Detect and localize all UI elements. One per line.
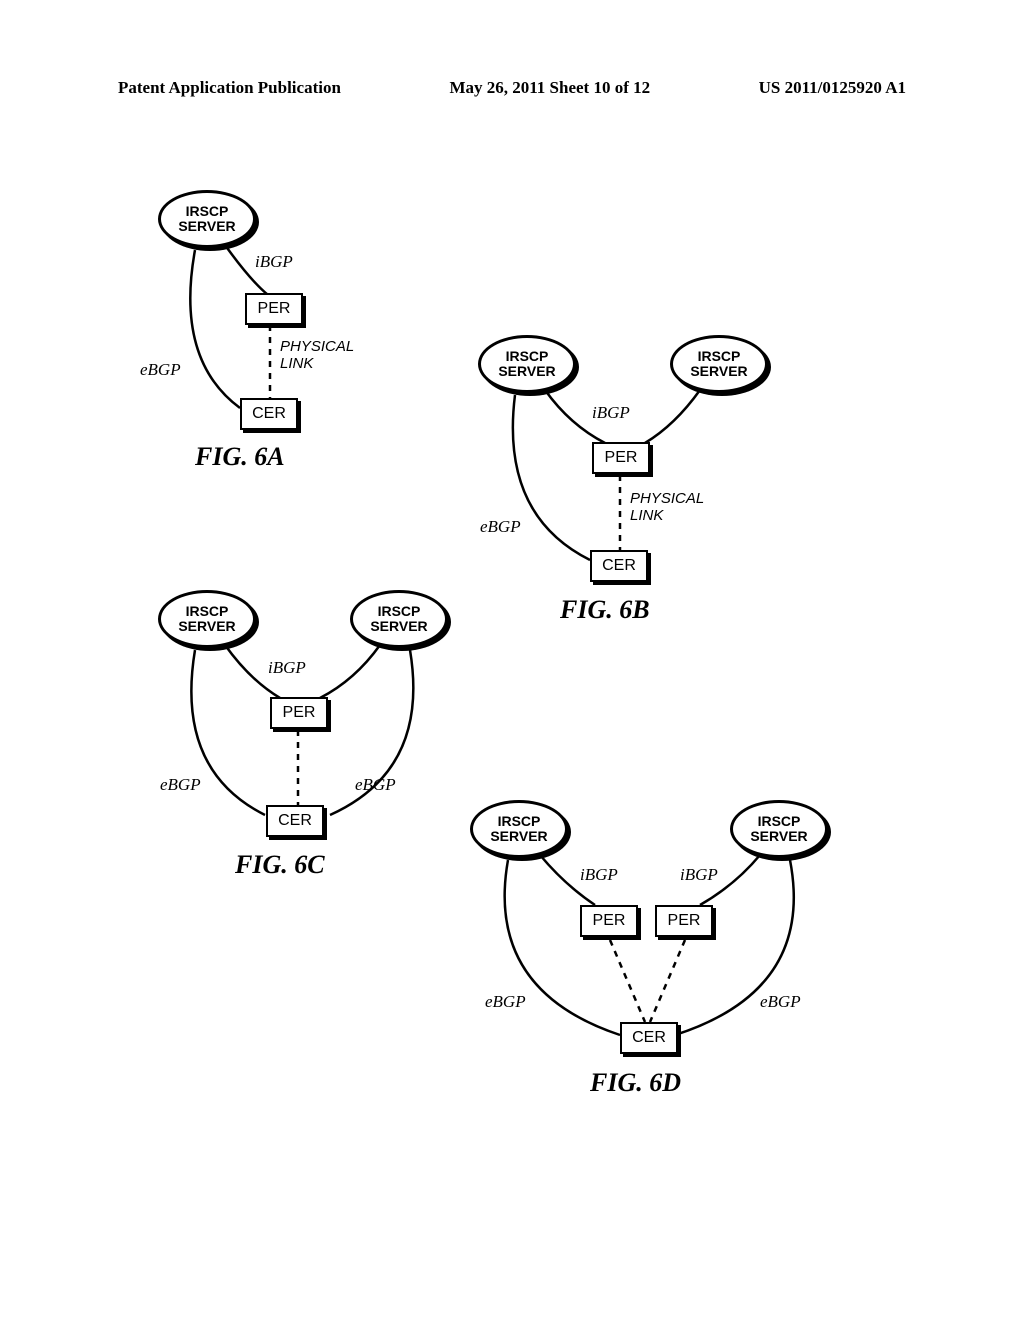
ebgp-label-left: eBGP [485,992,526,1012]
ebgp-label: eBGP [140,360,181,380]
physical-link-label: PHYSICAL LINK [280,338,354,373]
irscp-server-node-left: IRSCP SERVER [478,335,576,393]
ebgp-label: eBGP [480,517,521,537]
page-header: Patent Application Publication May 26, 2… [118,78,906,98]
header-right: US 2011/0125920 A1 [759,78,906,98]
cer-node: CER [240,398,298,430]
irscp-server-node-right: IRSCP SERVER [730,800,828,858]
irscp-server-node-right: IRSCP SERVER [350,590,448,648]
cer-node: CER [590,550,648,582]
per-node: PER [270,697,328,729]
per-node-right: PER [655,905,713,937]
physical-link-label: PHYSICAL LINK [630,490,704,525]
per-node-left: PER [580,905,638,937]
fig-6a: IRSCP SERVER PER CER iBGP eBGP PHYSICAL … [140,190,400,490]
fig-6d-label: FIG. 6D [590,1068,681,1098]
fig-6b: IRSCP SERVER IRSCP SERVER PER CER iBGP e… [460,335,790,655]
fig-6c-label: FIG. 6C [235,850,325,880]
ibgp-label-right: iBGP [680,865,718,885]
ibgp-label: iBGP [255,252,293,272]
irscp-server-node-left: IRSCP SERVER [470,800,568,858]
ebgp-label-right: eBGP [355,775,396,795]
fig-6d: IRSCP SERVER IRSCP SERVER PER PER CER iB… [450,800,850,1140]
ibgp-label: iBGP [268,658,306,678]
cer-node: CER [266,805,324,837]
header-left: Patent Application Publication [118,78,341,98]
irscp-server-node-left: IRSCP SERVER [158,590,256,648]
ibgp-label-left: iBGP [580,865,618,885]
per-node: PER [245,293,303,325]
fig-6a-label: FIG. 6A [195,442,285,472]
ebgp-label-right: eBGP [760,992,801,1012]
irscp-server-node-right: IRSCP SERVER [670,335,768,393]
figures-container: IRSCP SERVER PER CER iBGP eBGP PHYSICAL … [140,190,900,1140]
fig-6b-label: FIG. 6B [560,595,650,625]
ebgp-label-left: eBGP [160,775,201,795]
per-node: PER [592,442,650,474]
fig-6c: IRSCP SERVER IRSCP SERVER PER CER iBGP e… [140,590,470,910]
irscp-server-node: IRSCP SERVER [158,190,256,248]
header-center: May 26, 2011 Sheet 10 of 12 [449,78,650,98]
ibgp-label: iBGP [592,403,630,423]
cer-node: CER [620,1022,678,1054]
